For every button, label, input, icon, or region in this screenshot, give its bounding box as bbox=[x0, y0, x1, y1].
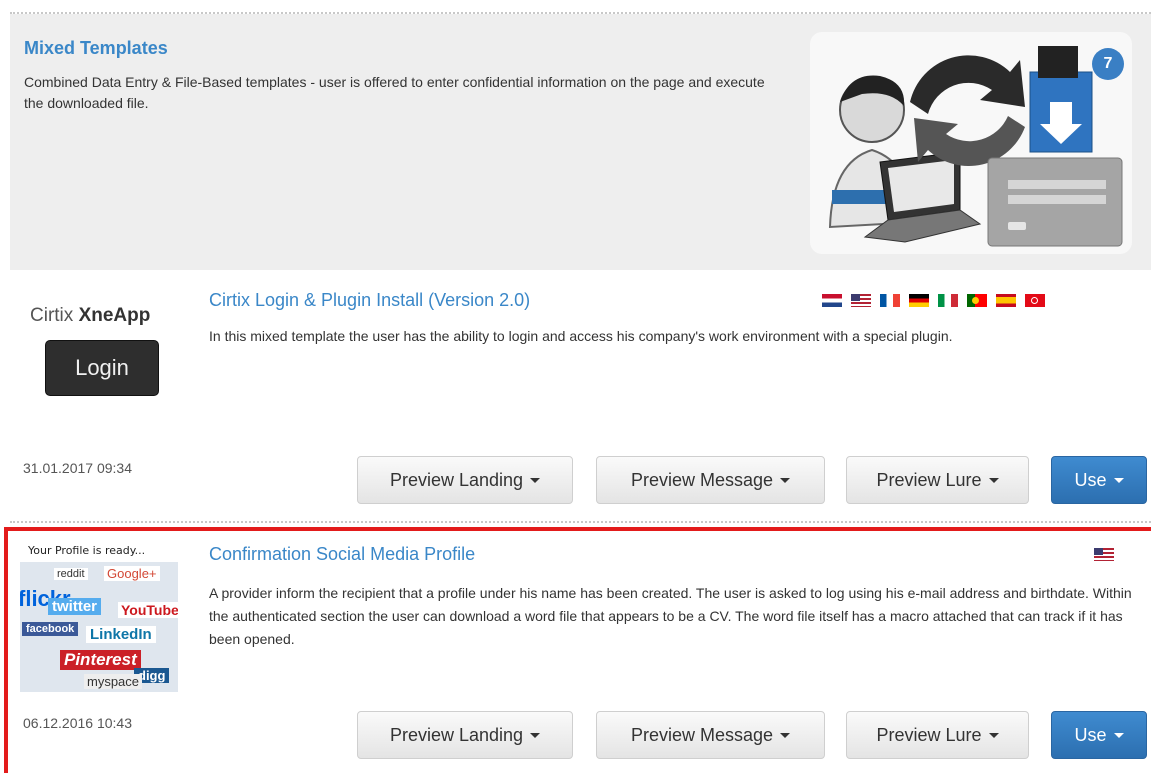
category-description: Combined Data Entry & File-Based templat… bbox=[24, 74, 765, 111]
preview-message-label: Preview Message bbox=[630, 469, 774, 490]
category-header: Mixed Templates Combined Data Entry & Fi… bbox=[10, 14, 1151, 270]
flag-portugal-icon[interactable] bbox=[967, 294, 987, 307]
linkedin-logo: LinkedIn bbox=[86, 626, 156, 643]
preview-lure-label: Preview Lure bbox=[876, 469, 982, 490]
pinterest-logo: Pinterest bbox=[60, 650, 141, 670]
template-thumbnail: Your Profile is ready... reddit Google+ … bbox=[20, 544, 178, 692]
preview-landing-label: Preview Landing bbox=[389, 724, 524, 745]
use-label: Use bbox=[1074, 724, 1107, 745]
category-illustration: 7 bbox=[810, 32, 1132, 254]
template-date: 06.12.2016 10:43 bbox=[23, 715, 132, 731]
use-button[interactable]: Use bbox=[1051, 711, 1147, 759]
template-title-link[interactable]: Cirtix Login & Plugin Install (Version 2… bbox=[209, 290, 530, 311]
template-count-badge: 7 bbox=[1092, 48, 1124, 80]
thumbnail-login-button: Login bbox=[45, 340, 159, 396]
facebook-logo: facebook bbox=[22, 622, 79, 636]
preview-message-label: Preview Message bbox=[630, 724, 774, 745]
language-flags bbox=[822, 294, 1045, 307]
flag-us-icon[interactable] bbox=[851, 294, 871, 307]
category-title: Mixed Templates bbox=[24, 38, 168, 58]
flag-italy-icon[interactable] bbox=[938, 294, 958, 307]
social-logos-collage: reddit Google+ flickr twitter YouTube fa… bbox=[20, 562, 178, 692]
template-title-link[interactable]: Confirmation Social Media Profile bbox=[209, 544, 475, 565]
google-plus-logo: Google+ bbox=[104, 566, 160, 581]
flag-france-icon[interactable] bbox=[880, 294, 900, 307]
flag-netherlands-icon[interactable] bbox=[822, 294, 842, 307]
caret-down-icon bbox=[780, 477, 791, 483]
caret-down-icon bbox=[530, 732, 541, 738]
flag-spain-icon[interactable] bbox=[996, 294, 1016, 307]
flag-germany-icon[interactable] bbox=[909, 294, 929, 307]
preview-landing-label: Preview Landing bbox=[389, 469, 524, 490]
template-thumbnail-brand: Cirtix XneApp bbox=[30, 305, 150, 327]
preview-lure-button[interactable]: Preview Lure bbox=[846, 456, 1029, 504]
preview-lure-button[interactable]: Preview Lure bbox=[846, 711, 1029, 759]
caret-down-icon bbox=[1113, 732, 1124, 738]
thumbnail-caption: Your Profile is ready... bbox=[28, 544, 146, 557]
language-flags bbox=[1094, 548, 1114, 561]
caret-down-icon bbox=[1113, 477, 1124, 483]
caret-down-icon bbox=[988, 477, 999, 483]
twitter-logo: twitter bbox=[48, 598, 101, 615]
user-laptop-illustration bbox=[828, 46, 1123, 247]
template-description: A provider inform the recipient that a p… bbox=[209, 585, 1132, 647]
brand-name: XneApp bbox=[78, 305, 151, 326]
template-description: In this mixed template the user has the … bbox=[209, 328, 953, 344]
use-button[interactable]: Use bbox=[1051, 456, 1147, 504]
myspace-logo: myspace bbox=[84, 674, 143, 689]
caret-down-icon bbox=[530, 477, 541, 483]
preview-lure-label: Preview Lure bbox=[876, 724, 982, 745]
preview-message-button[interactable]: Preview Message bbox=[596, 711, 825, 759]
caret-down-icon bbox=[988, 732, 999, 738]
template-date: 31.01.2017 09:34 bbox=[23, 460, 132, 476]
brand-prefix: Cirtix bbox=[30, 305, 79, 326]
preview-landing-button[interactable]: Preview Landing bbox=[357, 711, 573, 759]
flag-turkey-icon[interactable] bbox=[1025, 294, 1045, 307]
flag-us-icon[interactable] bbox=[1094, 548, 1114, 561]
divider bbox=[10, 521, 1151, 523]
preview-message-button[interactable]: Preview Message bbox=[596, 456, 825, 504]
caret-down-icon bbox=[780, 732, 791, 738]
preview-landing-button[interactable]: Preview Landing bbox=[357, 456, 573, 504]
use-label: Use bbox=[1074, 469, 1107, 490]
youtube-logo: YouTube bbox=[118, 602, 178, 618]
reddit-logo: reddit bbox=[54, 568, 88, 580]
